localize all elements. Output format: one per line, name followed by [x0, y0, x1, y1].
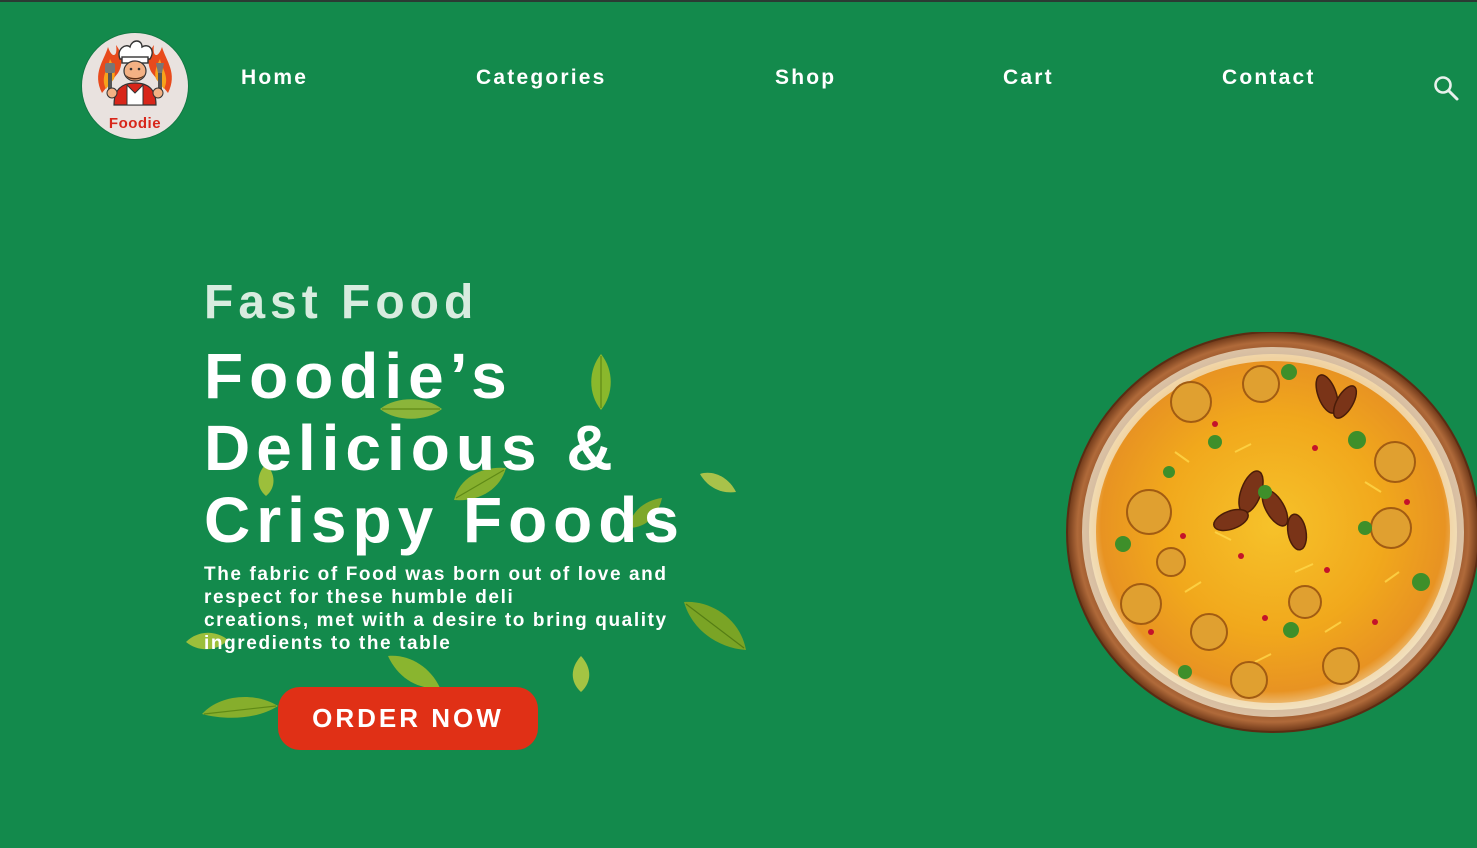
- headline-line: Foodie’s: [204, 340, 513, 412]
- headline-line: Crispy Foods: [204, 484, 685, 556]
- description-line: respect for these humble deli: [204, 587, 515, 608]
- description-line: ingredients to the table: [204, 633, 452, 654]
- hero-description: The fabric of Food was born out of love …: [204, 563, 744, 655]
- foodie-logo[interactable]: Foodie: [82, 33, 188, 139]
- nav-contact[interactable]: Contact: [1222, 66, 1316, 90]
- hero-subtitle: Fast Food: [204, 276, 479, 329]
- description-line: The fabric of Food was born out of love …: [204, 564, 668, 585]
- nav-home[interactable]: Home: [241, 66, 308, 90]
- nav-categories[interactable]: Categories: [476, 66, 607, 90]
- order-now-button[interactable]: ORDER NOW: [278, 687, 538, 750]
- leaf-icon: [572, 656, 590, 692]
- hero-headline: Foodie’s Delicious & Crispy Foods: [204, 340, 824, 556]
- nav-cart[interactable]: Cart: [1003, 66, 1054, 90]
- description-line: creations, met with a desire to bring qu…: [204, 610, 668, 631]
- leaf-icon: [388, 655, 440, 689]
- leaf-icon: [202, 696, 278, 718]
- landing-page: Foodie Home Categories Shop Cart Contact: [0, 2, 1477, 848]
- logo-text: Foodie: [108, 115, 162, 132]
- biryani-bowl-image: [1066, 332, 1477, 733]
- headline-line: Delicious &: [204, 412, 619, 484]
- search-icon[interactable]: [1432, 74, 1460, 102]
- nav-shop[interactable]: Shop: [775, 66, 836, 90]
